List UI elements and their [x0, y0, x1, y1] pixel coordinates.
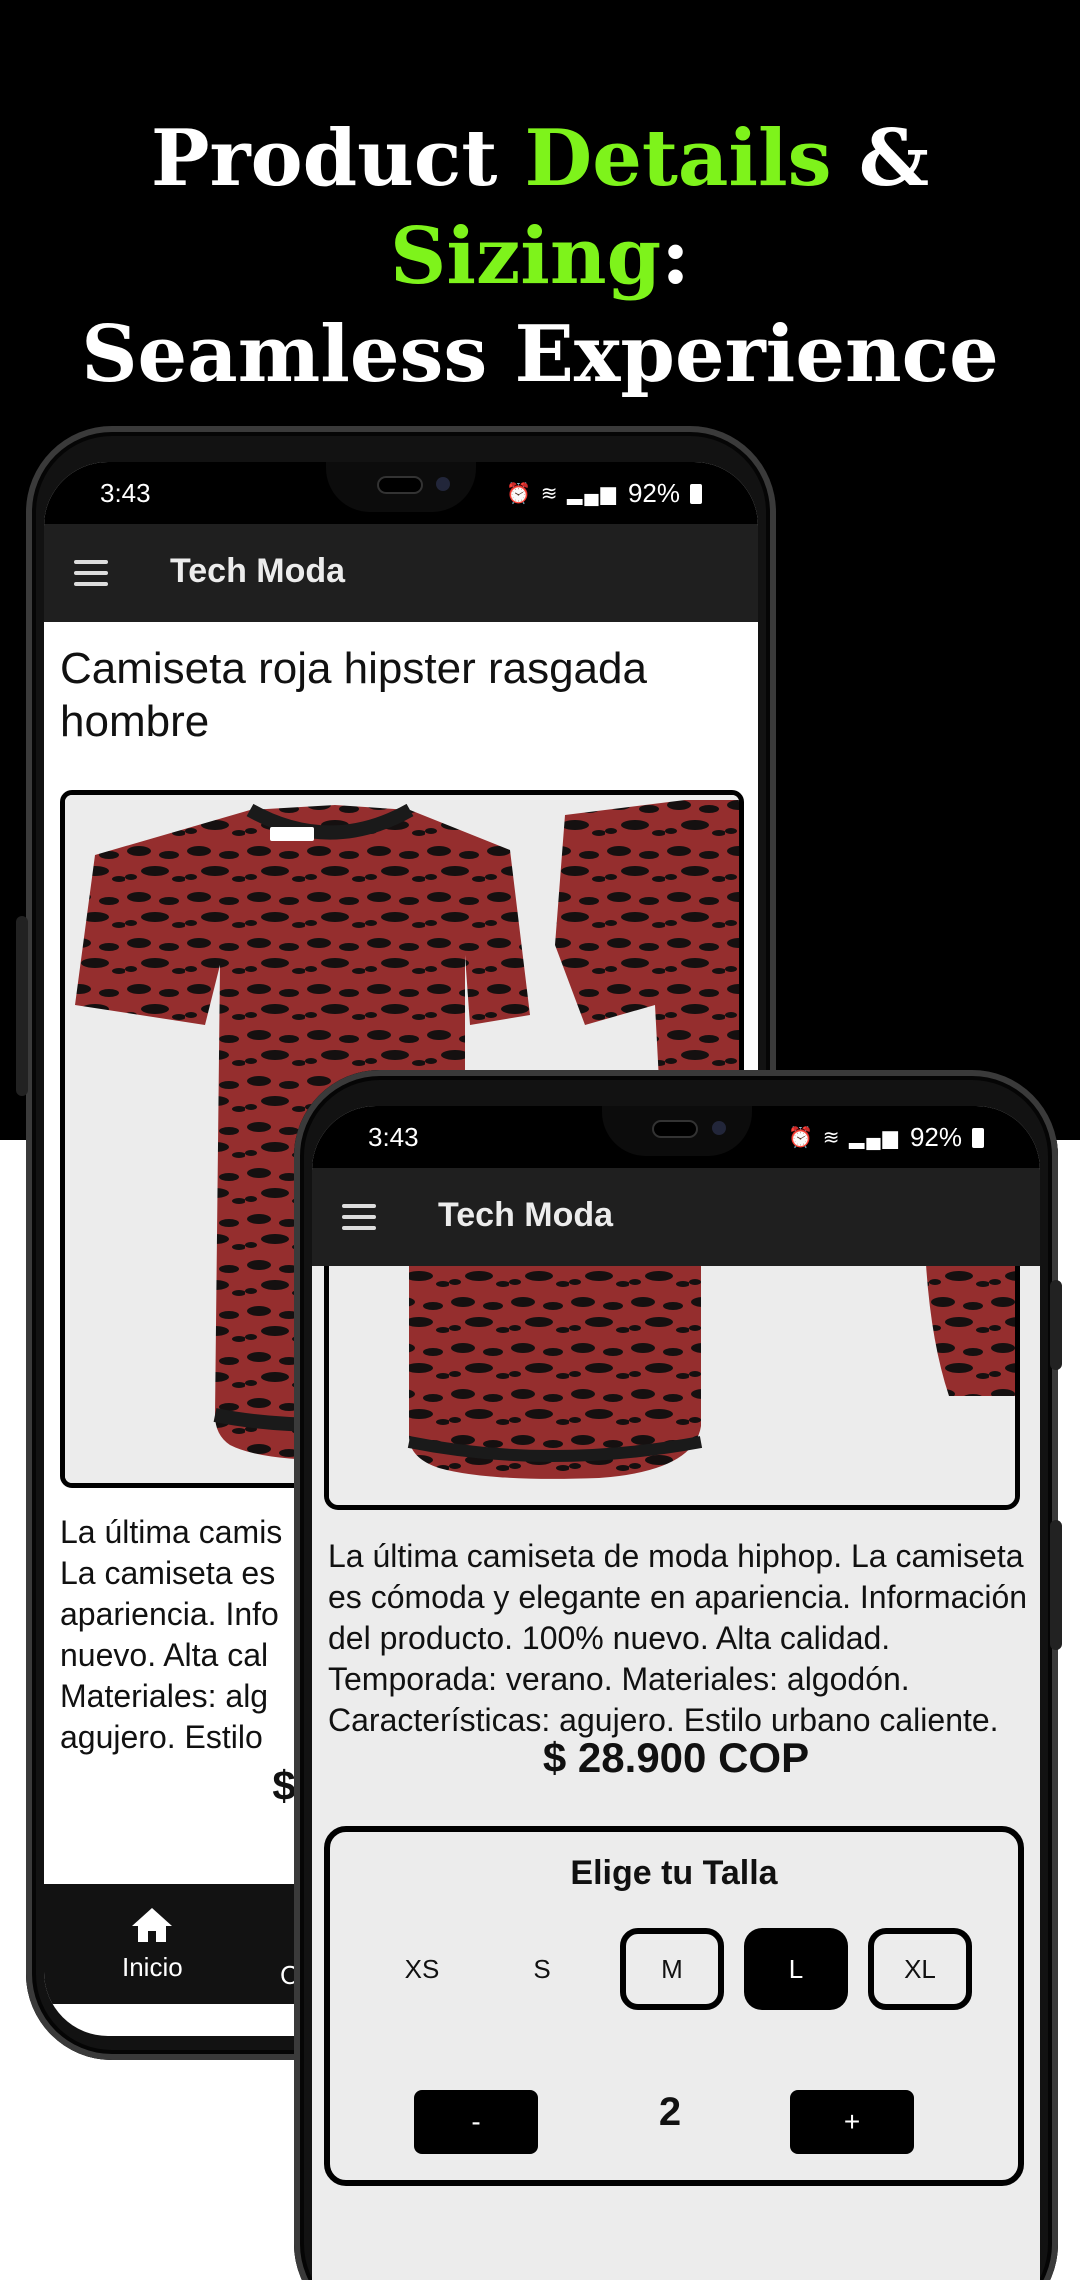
- size-label: L: [788, 1953, 804, 1984]
- menu-icon[interactable]: [74, 560, 108, 586]
- size-selector-title: Elige tu Talla: [570, 1854, 778, 1892]
- battery-icon: [972, 1127, 984, 1148]
- menu-icon[interactable]: [342, 1204, 376, 1230]
- app-bar: Tech Moda: [312, 1168, 1040, 1266]
- battery-percent: 92%: [909, 1122, 962, 1152]
- promo-headline: Product Details & Sizing: Seamless Exper…: [0, 110, 1080, 404]
- earpiece: [652, 1120, 698, 1138]
- home-icon: [132, 1908, 173, 1942]
- size-selector-card: Elige tu Talla XS S M L XL - 2 +: [324, 1826, 1024, 2186]
- phone-front: 3:43 ⏰ ≋ ▂▄▆ 92% Tech Moda La última cam…: [294, 1070, 1062, 2280]
- status-icons: ⏰ ≋ ▂▄▆ 92%: [506, 478, 702, 509]
- nav-label: Inicio: [122, 1952, 183, 1982]
- nav-item-inicio[interactable]: Inicio: [122, 1906, 183, 1983]
- quantity-value: 2: [658, 2090, 682, 2134]
- button-label: +: [843, 2106, 861, 2137]
- status-indicator-icons: ⏰ ≋ ▂▄▆: [788, 1127, 900, 1149]
- button-label: -: [471, 2106, 481, 2137]
- product-title: Camiseta roja hipster rasgada hombre: [60, 644, 647, 746]
- app-bar: Tech Moda: [44, 524, 758, 622]
- product-price: $ 28.900 COP: [542, 1734, 810, 1781]
- size-label: M: [661, 1953, 683, 1984]
- phone-side-button: [1050, 1520, 1062, 1650]
- product-description: La última camis La camiseta es aparienci…: [60, 1514, 283, 1755]
- product-page-scrolled: La última camiseta de moda hiphop. La ca…: [312, 1266, 1040, 2280]
- headline-word: &: [858, 113, 930, 204]
- phone-front-screen: 3:43 ⏰ ≋ ▂▄▆ 92% Tech Moda La última cam…: [312, 1106, 1040, 2280]
- promo-canvas: Product Details & Sizing: Seamless Exper…: [0, 0, 1080, 2280]
- battery-percent: 92%: [627, 478, 680, 508]
- size-option-xl[interactable]: XL: [868, 1928, 972, 2010]
- headline-line-1: Product Details & Sizing:: [0, 110, 1080, 306]
- status-time: 3:43: [100, 478, 151, 508]
- product-description: La última camiseta de moda hiphop. La ca…: [328, 1538, 1028, 1738]
- app-title: Tech Moda: [438, 1196, 614, 1234]
- quantity-decrease-button[interactable]: -: [414, 2090, 538, 2154]
- status-indicator-icons: ⏰ ≋ ▂▄▆: [506, 483, 618, 505]
- size-label: XS: [404, 1953, 440, 1984]
- product-image-frame[interactable]: [324, 1266, 1020, 1510]
- size-option-xs[interactable]: XS: [370, 1928, 474, 2010]
- headline-word: Product: [150, 113, 498, 204]
- front-camera: [436, 477, 450, 491]
- size-label: S: [533, 1953, 551, 1984]
- size-option-s[interactable]: S: [490, 1928, 594, 2010]
- headline-line-2: Seamless Experience: [81, 309, 999, 400]
- size-option-m[interactable]: M: [620, 1928, 724, 2010]
- headline-word-accent: Details: [524, 113, 832, 204]
- battery-icon: [690, 483, 702, 504]
- phone-side-button: [1050, 1280, 1062, 1370]
- front-camera: [712, 1121, 726, 1135]
- size-option-l[interactable]: L: [744, 1928, 848, 2010]
- status-icons: ⏰ ≋ ▂▄▆ 92%: [788, 1122, 984, 1153]
- product-image: [329, 1266, 1015, 1500]
- app-title: Tech Moda: [170, 552, 346, 590]
- quantity-increase-button[interactable]: +: [790, 2090, 914, 2154]
- phone-side-button: [16, 916, 28, 1096]
- size-label: XL: [904, 1953, 936, 1984]
- status-time: 3:43: [368, 1122, 419, 1152]
- headline-colon: :: [661, 211, 690, 302]
- headline-word-accent: Sizing: [390, 211, 662, 302]
- earpiece: [377, 476, 423, 494]
